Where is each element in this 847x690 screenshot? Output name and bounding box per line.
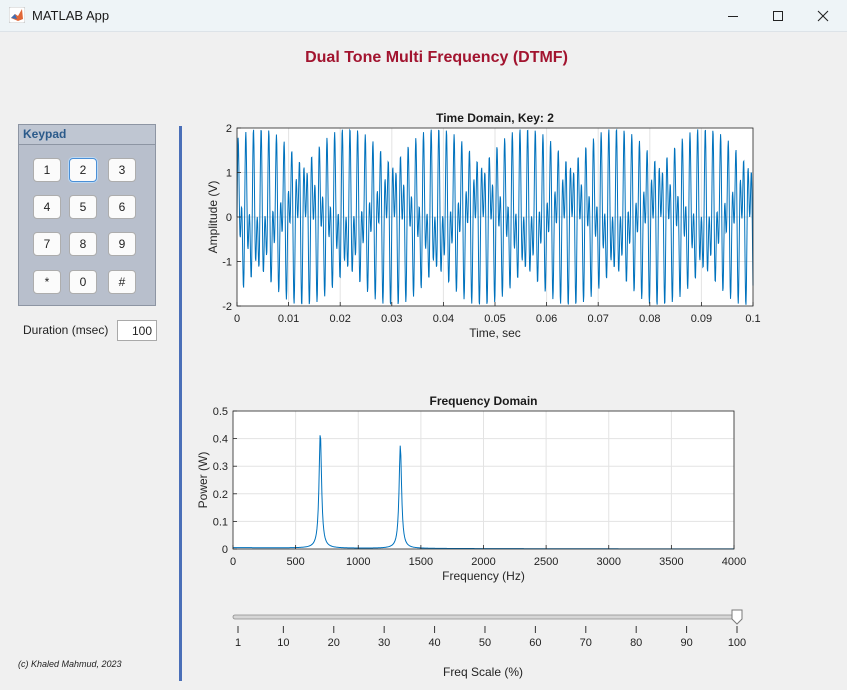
slider-tick-label: 80 [630,637,642,649]
time-domain-y-tick-label: -2 [222,301,232,313]
freq-domain-x-tick-label: 0 [230,556,236,568]
freq-domain-y-tick-label: 0 [222,544,228,556]
freq-domain-y-tick-label: 0.3 [213,461,228,473]
freq-domain-y-axis-label: Power (W) [196,452,210,509]
time-domain-x-tick-label: 0.06 [536,313,557,325]
freq-domain-y-tick-label: 0.2 [213,489,228,501]
time-domain-x-tick-label: 0.08 [639,313,660,325]
time-domain-x-tick-label: 0.09 [691,313,712,325]
time-domain-x-tick-label: 0.04 [433,313,454,325]
time-domain-x-tick-label: 0.01 [278,313,299,325]
time-domain-y-tick-label: -1 [222,257,232,269]
plots-layer: 0 0.01 0.02 0.03 0.04 0.05 0.06 0.07 0.08 0.09 0.1… [196,111,761,649]
freq-domain-y-tick-label: 0.5 [213,406,228,418]
slider-tick-label: 100 [728,637,746,649]
time-domain-x-tick-label: 0.03 [381,313,402,325]
slider-tick-label: 70 [580,637,592,649]
slider-tick-label: 30 [378,637,390,649]
time-domain-x-tick-label: 0.07 [587,313,608,325]
slider-tick-label: 60 [529,637,541,649]
freq-domain-x-tick-label: 3000 [597,556,621,568]
freq-domain-x-tick-label: 1500 [409,556,433,568]
time-domain-x-axis-label: Time, sec [469,326,521,340]
freq-domain-x-tick-label: 500 [286,556,304,568]
freq-domain-title: Frequency Domain [429,394,537,408]
time-domain-x-tick-label: 0.1 [745,313,760,325]
freq-domain-y-tick-label: 0.1 [213,516,228,528]
time-domain-x-tick-label: 0 [234,313,240,325]
freq-domain-x-tick-label: 3500 [659,556,683,568]
freq-domain-x-tick-label: 2000 [471,556,495,568]
time-domain-y-tick-label: 2 [226,123,232,135]
freq-domain-x-axis-label: Frequency (Hz) [442,569,525,583]
freq-domain-x-tick-label: 4000 [722,556,746,568]
time-domain-y-tick-label: 0 [226,212,232,224]
time-domain-x-tick-label: 0.05 [484,313,505,325]
time-domain-title: Time Domain, Key: 2 [436,111,554,125]
slider-tick-label: 10 [277,637,289,649]
slider-tick-label: 1 [235,637,241,649]
slider-tick-label: 40 [428,637,440,649]
time-domain-y-axis-label: Amplitude (V) [206,181,220,254]
freq-scale-slider-track[interactable] [232,614,743,620]
freq-domain-x-tick-label: 2500 [534,556,558,568]
time-domain-x-tick-label: 0.02 [329,313,350,325]
time-domain-y-tick-label: 1 [226,168,232,180]
freq-scale-slider-thumb[interactable] [731,609,743,625]
freq-domain-x-tick-label: 1000 [346,556,370,568]
slider-tick-label: 20 [328,637,340,649]
slider-tick-label: 90 [680,637,692,649]
slider-tick-label: 50 [479,637,491,649]
freq-scale-label: Freq Scale (%) [442,665,524,679]
freq-domain-y-tick-label: 0.4 [213,434,228,446]
